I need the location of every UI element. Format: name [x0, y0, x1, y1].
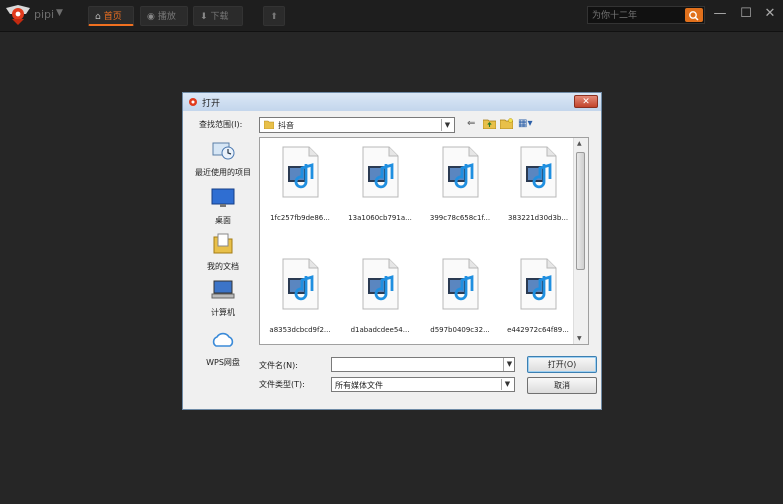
app-small-logo-icon	[189, 98, 197, 106]
file-name: d1abadcdee54...	[350, 326, 410, 334]
file-name: e442972c64f89...	[507, 326, 569, 334]
new-folder-icon[interactable]	[500, 118, 513, 129]
minimize-icon[interactable]: —	[712, 6, 728, 21]
maximize-icon[interactable]: ☐	[738, 6, 754, 21]
dialog-close-button[interactable]: ✕	[574, 95, 598, 108]
up-folder-icon[interactable]	[483, 118, 496, 129]
upload-icon: ⬆	[270, 12, 278, 22]
file-name: a8353dcbcd9f2...	[269, 326, 331, 334]
close-icon[interactable]: ✕	[762, 6, 778, 21]
file-item[interactable]: e442972c64f89...	[498, 258, 578, 334]
media-file-icon	[442, 146, 479, 198]
tab-upload[interactable]: ⬆	[263, 6, 285, 26]
place-documents[interactable]: 我的文档	[187, 233, 259, 272]
place-wps-cloud[interactable]: WPS网盘	[187, 329, 259, 368]
file-name: 13a1060cb791a...	[348, 214, 412, 222]
download-icon: ⬇	[200, 12, 208, 22]
tab-download[interactable]: ⬇ 下载	[193, 6, 243, 26]
dialog-title: 打开	[202, 99, 221, 109]
media-file-icon	[282, 258, 319, 310]
app-name[interactable]: pipi	[34, 8, 54, 21]
documents-icon	[213, 233, 233, 254]
filetype-select[interactable]: 所有媒体文件 ▼	[331, 377, 515, 392]
filename-label: 文件名(N):	[259, 361, 298, 370]
media-file-icon	[442, 258, 479, 310]
place-computer[interactable]: 计算机	[187, 279, 259, 318]
view-menu-icon[interactable]: ▦▾	[518, 118, 532, 129]
file-name: 399c78c658c1f...	[429, 214, 491, 222]
scroll-up-icon[interactable]: ▲	[577, 140, 582, 147]
tab-play-label: 播放	[157, 12, 176, 22]
media-file-icon	[362, 146, 399, 198]
place-label: 计算机	[211, 308, 235, 317]
media-file-icon	[282, 146, 319, 198]
file-name: 383221d30d3b...	[507, 214, 569, 222]
dialog-titlebar[interactable]: 打开 ✕	[183, 93, 601, 111]
filetype-value: 所有媒体文件	[335, 381, 383, 390]
back-arrow-icon[interactable]: ⇐	[467, 118, 475, 129]
search-button[interactable]	[685, 8, 703, 22]
file-item[interactable]: 13a1060cb791a...	[340, 146, 420, 222]
search-input[interactable]	[590, 8, 684, 24]
play-icon: ◉	[147, 12, 155, 22]
look-in-select[interactable]: 抖音 ▼	[259, 117, 455, 133]
app-toolbar: pipi ▼ ⌂首页 ◉播放 ⬇下载 ⬆ — ☐ ✕	[0, 0, 783, 32]
computer-icon	[211, 280, 235, 299]
home-icon: ⌂	[95, 12, 101, 22]
scrollbar[interactable]: ▲ ▼	[573, 138, 588, 344]
close-icon: ✕	[582, 97, 590, 107]
place-label: 我的文档	[207, 262, 239, 271]
search-icon	[689, 11, 699, 21]
search-box	[587, 6, 705, 24]
place-label: WPS网盘	[206, 358, 240, 367]
chevron-down-icon[interactable]: ▼	[501, 379, 513, 390]
file-item[interactable]: d597b0409c32...	[420, 258, 500, 334]
chevron-down-icon[interactable]: ▼	[441, 119, 453, 131]
app-menu-chevron-icon[interactable]: ▼	[56, 8, 63, 18]
file-list[interactable]: 1fc257fb9de86... 13a1060cb791a... 399c78c6…	[259, 137, 589, 345]
filename-input[interactable]	[331, 357, 515, 372]
scroll-thumb[interactable]	[576, 152, 585, 270]
look-in-label: 查找范围(I):	[199, 120, 243, 129]
file-item[interactable]: 383221d30d3b...	[498, 146, 578, 222]
look-in-value: 抖音	[278, 121, 294, 130]
filetype-label: 文件类型(T):	[259, 380, 305, 389]
recent-items-icon	[212, 142, 235, 160]
media-file-icon	[520, 146, 557, 198]
tab-play[interactable]: ◉ 播放	[140, 6, 188, 26]
file-name: 1fc257fb9de86...	[270, 214, 330, 222]
cancel-button[interactable]: 取消	[527, 377, 597, 394]
desktop-icon	[211, 188, 235, 207]
app-logo-icon[interactable]	[4, 4, 32, 26]
file-item[interactable]: d1abadcdee54...	[340, 258, 420, 334]
tab-home-label: 首页	[103, 12, 122, 22]
file-item[interactable]: a8353dcbcd9f2...	[260, 258, 340, 334]
scroll-down-icon[interactable]: ▼	[577, 335, 582, 342]
media-file-icon	[520, 258, 557, 310]
open-file-dialog: 打开 ✕ 查找范围(I): 抖音 ▼ ⇐ ▦▾ 最近使用的项目 桌面 我的文档 …	[182, 92, 602, 410]
place-recent-items[interactable]: 最近使用的项目	[187, 139, 259, 178]
place-label: 最近使用的项目	[195, 168, 251, 177]
open-button[interactable]: 打开(O)	[527, 356, 597, 373]
tab-download-label: 下载	[210, 12, 229, 22]
folder-icon	[264, 120, 274, 129]
tab-home[interactable]: ⌂ 首页	[88, 6, 134, 26]
cloud-icon	[212, 332, 234, 347]
place-label: 桌面	[215, 216, 231, 225]
file-item[interactable]: 399c78c658c1f...	[420, 146, 500, 222]
file-item[interactable]: 1fc257fb9de86...	[260, 146, 340, 222]
place-desktop[interactable]: 桌面	[187, 187, 259, 226]
media-file-icon	[362, 258, 399, 310]
chevron-down-icon[interactable]: ▼	[503, 358, 515, 371]
file-name: d597b0409c32...	[430, 326, 490, 334]
